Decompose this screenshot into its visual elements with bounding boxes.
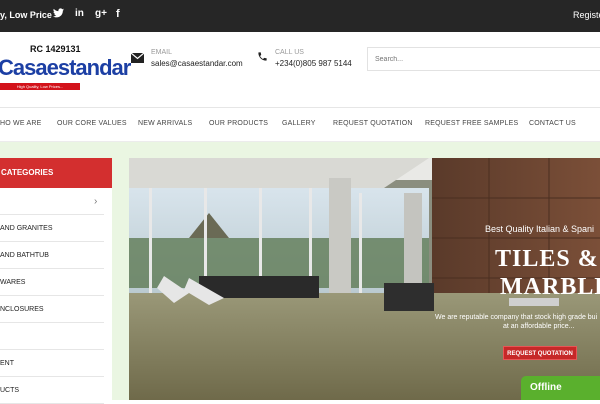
linkedin-icon[interactable]: in (75, 8, 84, 19)
googleplus-icon[interactable]: g+ (95, 8, 107, 19)
category-item[interactable]: AND GRANITES (0, 215, 104, 242)
chat-status-button[interactable]: Offline (521, 376, 600, 400)
register-link[interactable]: Register (573, 10, 600, 20)
nav-item-request-quotation[interactable]: REQUEST QUOTATION (333, 120, 413, 127)
banner-description-1: We are reputable company that stock high… (435, 314, 598, 321)
facebook-icon[interactable]: f (116, 8, 120, 20)
category-item[interactable]: NCLOSURES (0, 296, 104, 323)
top-bar: y, Low Price in g+ f Register (0, 0, 600, 32)
category-item[interactable]: WARES (0, 269, 104, 296)
category-item[interactable]: ENT (0, 350, 104, 377)
request-quotation-button[interactable]: REQUEST QUOTATION (503, 346, 577, 360)
nav-item-contact-us[interactable]: CONTACT US (529, 120, 576, 127)
logo-tagline: High Quality, Low Prices... (0, 83, 80, 90)
category-item[interactable]: AND BATHTUB (0, 242, 104, 269)
nav-item-request-free-samples[interactable]: REQUEST FREE SAMPLES (425, 120, 518, 127)
category-sidebar: CATEGORIES › AND GRANITES AND BATHTUB WA… (0, 158, 112, 404)
category-item[interactable] (0, 323, 104, 350)
banner-description-2: at an affordable price... (503, 323, 575, 330)
site-logo[interactable]: Casaestandar (0, 55, 131, 81)
rc-number: RC 1429131 (30, 44, 81, 54)
banner-headline-1: TILES & (495, 246, 599, 272)
nav-item-our-products[interactable]: OUR PRODUCTS (209, 120, 268, 127)
search-input[interactable] (367, 47, 600, 71)
nav-item-who-we-are[interactable]: HO WE ARE (0, 120, 41, 127)
email-label: EMAIL (151, 49, 173, 56)
main-nav: HO WE ARE OUR CORE VALUES NEW ARRIVALS O… (0, 108, 600, 142)
chevron-right-icon[interactable]: › (94, 196, 97, 207)
category-item[interactable] (0, 188, 104, 215)
categories-header: CATEGORIES (0, 158, 112, 188)
banner-subtitle: Best Quality Italian & Spani (485, 224, 595, 234)
envelope-icon (130, 52, 145, 66)
nav-item-core-values[interactable]: OUR CORE VALUES (57, 120, 127, 127)
phone-label: CALL US (275, 49, 304, 56)
nav-item-new-arrivals[interactable]: NEW ARRIVALS (138, 120, 192, 127)
twitter-icon[interactable] (53, 8, 64, 21)
hero-banner: Best Quality Italian & Spani TILES & MAR… (129, 158, 600, 400)
email-value[interactable]: sales@casaestandar.com (151, 59, 243, 68)
phone-value[interactable]: +234(0)805 987 5144 (275, 59, 352, 68)
tagline-text: y, Low Price (0, 10, 52, 20)
banner-headline-2: MARBLES (500, 274, 600, 300)
nav-item-gallery[interactable]: GALLERY (282, 120, 316, 127)
phone-icon (257, 51, 268, 65)
